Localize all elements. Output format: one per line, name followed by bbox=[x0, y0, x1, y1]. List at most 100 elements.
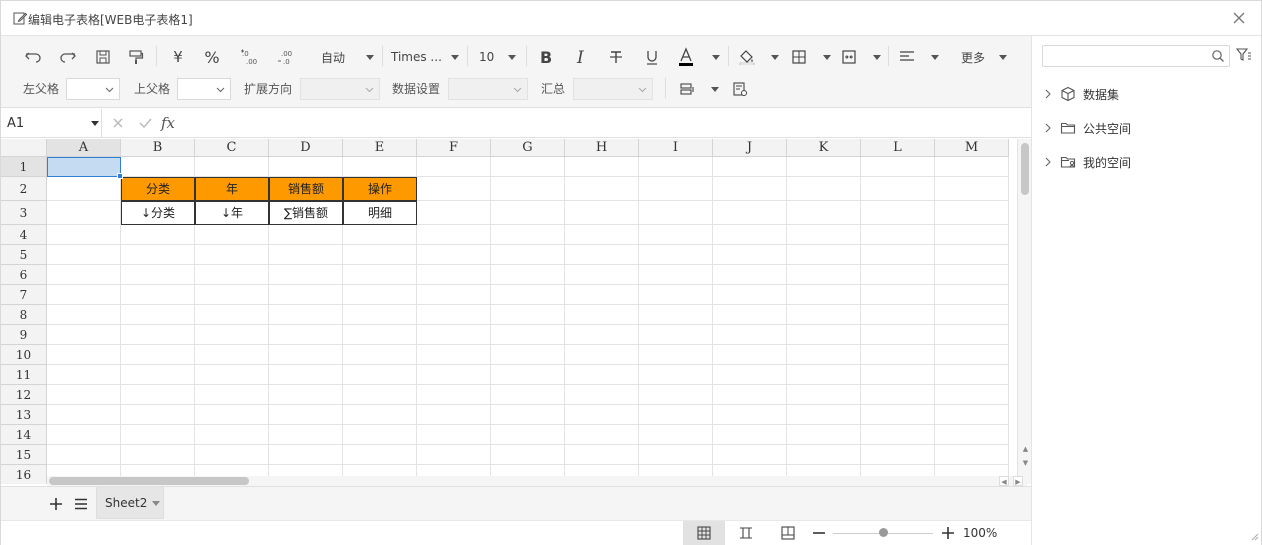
cell-G3[interactable] bbox=[491, 201, 565, 225]
column-header[interactable]: D bbox=[269, 139, 343, 157]
font-color-button[interactable] bbox=[678, 45, 720, 69]
cell-B11[interactable] bbox=[121, 365, 195, 385]
cell-C8[interactable] bbox=[195, 305, 269, 325]
cell-J3[interactable] bbox=[713, 201, 787, 225]
row-header[interactable]: 8 bbox=[1, 305, 47, 325]
cell-A13[interactable] bbox=[47, 405, 121, 425]
cell-A1[interactable] bbox=[47, 157, 121, 177]
cell-D14[interactable] bbox=[269, 425, 343, 445]
cell-A11[interactable] bbox=[47, 365, 121, 385]
search-icon[interactable] bbox=[1211, 49, 1225, 63]
cell-A9[interactable] bbox=[47, 325, 121, 345]
cell-I13[interactable] bbox=[639, 405, 713, 425]
cell-M8[interactable] bbox=[935, 305, 1009, 325]
cell-C11[interactable] bbox=[195, 365, 269, 385]
cell-F4[interactable] bbox=[417, 225, 491, 245]
cell-H10[interactable] bbox=[565, 345, 639, 365]
cell-F2[interactable] bbox=[417, 177, 491, 201]
cell-K10[interactable] bbox=[787, 345, 861, 365]
resource-search[interactable] bbox=[1042, 45, 1230, 67]
cell-F11[interactable] bbox=[417, 365, 491, 385]
cell-K3[interactable] bbox=[787, 201, 861, 225]
cell-H3[interactable] bbox=[565, 201, 639, 225]
cell-B5[interactable] bbox=[121, 245, 195, 265]
vertical-scroll-thumb[interactable] bbox=[1021, 143, 1029, 195]
page-break-view-button[interactable] bbox=[767, 521, 809, 545]
cell-B1[interactable] bbox=[121, 157, 195, 177]
cell-M7[interactable] bbox=[935, 285, 1009, 305]
cell-L11[interactable] bbox=[861, 365, 935, 385]
cell-F9[interactable] bbox=[417, 325, 491, 345]
cell-E15[interactable] bbox=[343, 445, 417, 465]
cell-L12[interactable] bbox=[861, 385, 935, 405]
cell-C14[interactable] bbox=[195, 425, 269, 445]
cell-G11[interactable] bbox=[491, 365, 565, 385]
fill-color-button[interactable] bbox=[739, 45, 779, 69]
cell-reference-box[interactable]: A1 bbox=[1, 109, 102, 137]
cell-E3[interactable]: 明细 bbox=[343, 201, 417, 225]
cell-K4[interactable] bbox=[787, 225, 861, 245]
cell-A3[interactable] bbox=[47, 201, 121, 225]
cell-G1[interactable] bbox=[491, 157, 565, 177]
cell-D13[interactable] bbox=[269, 405, 343, 425]
cell-I10[interactable] bbox=[639, 345, 713, 365]
cell-D10[interactable] bbox=[269, 345, 343, 365]
cell-L13[interactable] bbox=[861, 405, 935, 425]
cell-D5[interactable] bbox=[269, 245, 343, 265]
cell-L14[interactable] bbox=[861, 425, 935, 445]
cell-J2[interactable] bbox=[713, 177, 787, 201]
cell-A12[interactable] bbox=[47, 385, 121, 405]
currency-format-button[interactable]: ¥ bbox=[166, 45, 190, 69]
cell-M1[interactable] bbox=[935, 157, 1009, 177]
tree-node-public-space[interactable]: 公共空间 bbox=[1042, 116, 1252, 140]
cell-K7[interactable] bbox=[787, 285, 861, 305]
row-header[interactable]: 14 bbox=[1, 425, 47, 445]
cell-H9[interactable] bbox=[565, 325, 639, 345]
column-header[interactable]: H bbox=[565, 139, 639, 157]
cell-C7[interactable] bbox=[195, 285, 269, 305]
cell-J9[interactable] bbox=[713, 325, 787, 345]
cell-I1[interactable] bbox=[639, 157, 713, 177]
cell-I6[interactable] bbox=[639, 265, 713, 285]
cell-K14[interactable] bbox=[787, 425, 861, 445]
cell-H8[interactable] bbox=[565, 305, 639, 325]
font-family-select[interactable]: Times ... bbox=[388, 45, 462, 69]
cell-L8[interactable] bbox=[861, 305, 935, 325]
cell-C13[interactable] bbox=[195, 405, 269, 425]
cell-E13[interactable] bbox=[343, 405, 417, 425]
cell-F8[interactable] bbox=[417, 305, 491, 325]
cell-E10[interactable] bbox=[343, 345, 417, 365]
cell-I2[interactable] bbox=[639, 177, 713, 201]
cell-J1[interactable] bbox=[713, 157, 787, 177]
cell-E7[interactable] bbox=[343, 285, 417, 305]
cell-M2[interactable] bbox=[935, 177, 1009, 201]
cell-E12[interactable] bbox=[343, 385, 417, 405]
row-header[interactable]: 3 bbox=[1, 201, 47, 225]
cell-J7[interactable] bbox=[713, 285, 787, 305]
cell-D2[interactable]: 销售额 bbox=[269, 177, 343, 201]
row-header[interactable]: 12 bbox=[1, 385, 47, 405]
cell-E2[interactable]: 操作 bbox=[343, 177, 417, 201]
cell-G14[interactable] bbox=[491, 425, 565, 445]
horizontal-scroll-thumb[interactable] bbox=[49, 477, 249, 485]
cell-F5[interactable] bbox=[417, 245, 491, 265]
left-parent-select[interactable] bbox=[66, 78, 120, 100]
cell-L2[interactable] bbox=[861, 177, 935, 201]
cell-A15[interactable] bbox=[47, 445, 121, 465]
cell-H14[interactable] bbox=[565, 425, 639, 445]
cell-I14[interactable] bbox=[639, 425, 713, 445]
cell-F15[interactable] bbox=[417, 445, 491, 465]
cell-J10[interactable] bbox=[713, 345, 787, 365]
cell-I9[interactable] bbox=[639, 325, 713, 345]
cell-I11[interactable] bbox=[639, 365, 713, 385]
cell-M9[interactable] bbox=[935, 325, 1009, 345]
cell-K2[interactable] bbox=[787, 177, 861, 201]
cell-I12[interactable] bbox=[639, 385, 713, 405]
cell-L5[interactable] bbox=[861, 245, 935, 265]
cell-B6[interactable] bbox=[121, 265, 195, 285]
page-layout-view-button[interactable] bbox=[725, 521, 767, 545]
filter-icon[interactable] bbox=[1236, 48, 1252, 62]
cell-M4[interactable] bbox=[935, 225, 1009, 245]
chevron-down-icon[interactable] bbox=[152, 501, 160, 506]
chevron-right-icon[interactable] bbox=[1042, 156, 1054, 168]
